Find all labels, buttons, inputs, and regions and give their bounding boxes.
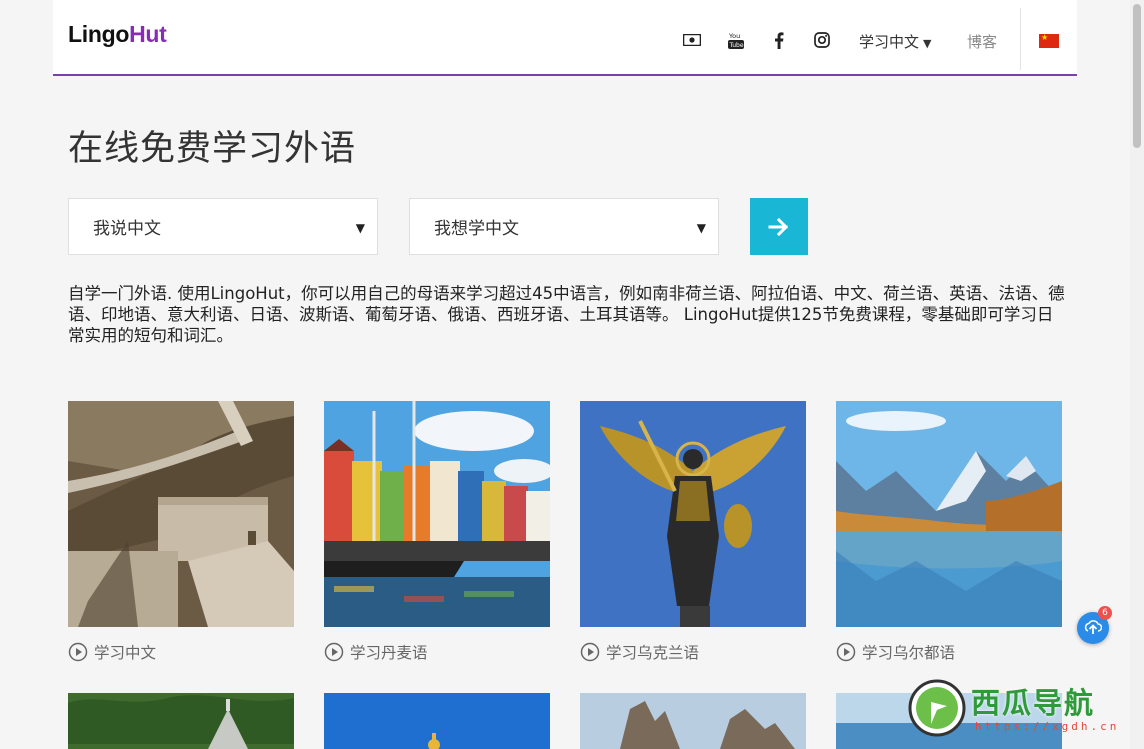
notification-badge: 6: [1098, 606, 1112, 620]
course-label: 学习丹麦语: [350, 644, 428, 662]
watermark: 西瓜导航 https://xgdh.cn: [905, 676, 1135, 742]
course-card-danish[interactable]: 学习丹麦语: [324, 401, 550, 663]
course-label: 学习乌克兰语: [606, 644, 700, 662]
svg-text:You: You: [728, 32, 740, 40]
youtube-icon[interactable]: You Tube: [726, 30, 746, 50]
site-header: LingoHut You Tube 学习中文 ▼ 博客 ★: [53, 0, 1077, 76]
watermark-url: https://xgdh.cn: [975, 720, 1120, 733]
learn-language-select[interactable]: 我想学中文 ▼: [409, 198, 719, 255]
course-link-danish[interactable]: 学习丹麦语: [324, 641, 550, 663]
course-card-ukrainian[interactable]: 学习乌克兰语: [580, 401, 806, 663]
facebook-icon[interactable]: [769, 30, 789, 50]
language-selector[interactable]: 学习中文 ▼: [859, 31, 931, 52]
archangel-statue-image[interactable]: [580, 401, 806, 627]
course-card-urdu[interactable]: 学习乌尔都语: [836, 401, 1062, 663]
play-icon: [580, 642, 600, 662]
intro-text: 自学一门外语. 使用LingoHut，你可以用自己的母语来学习超过45中语言，例…: [68, 284, 1065, 345]
course-card-row2-1[interactable]: [68, 693, 294, 749]
header-divider: [1020, 8, 1021, 70]
dropdown-arrow-icon: ▼: [696, 221, 706, 235]
play-icon: [836, 642, 856, 662]
course-label: 学习乌尔都语: [862, 644, 956, 662]
go-button[interactable]: [750, 198, 808, 255]
speak-language-select[interactable]: 我说中文 ▼: [68, 198, 378, 255]
scrollbar[interactable]: [1130, 0, 1144, 749]
instagram-icon[interactable]: [812, 30, 832, 50]
course-card-row2-2[interactable]: [324, 693, 550, 749]
scrollbar-thumb[interactable]: [1133, 4, 1141, 148]
caret-down-icon: ▼: [923, 37, 932, 50]
play-icon: [68, 642, 88, 662]
course-card-row2-3[interactable]: [580, 693, 806, 749]
great-wall-image[interactable]: [68, 401, 294, 627]
mountain-lake-image[interactable]: [836, 401, 1062, 627]
learn-select-value: 我想学中文: [434, 219, 519, 239]
course-link-chinese[interactable]: 学习中文: [68, 641, 294, 663]
course-label: 学习中文: [94, 644, 157, 662]
watermelon-logo-icon: [908, 679, 966, 737]
blog-link[interactable]: 博客: [967, 31, 997, 52]
notification-button[interactable]: 6: [1077, 606, 1112, 644]
page-title: 在线免费学习外语: [68, 129, 357, 169]
dropdown-arrow-icon: ▼: [355, 221, 365, 235]
rock-formation-image[interactable]: [580, 693, 806, 749]
course-card-chinese[interactable]: 学习中文: [68, 401, 294, 663]
arrow-right-icon: [768, 217, 789, 236]
course-link-ukrainian[interactable]: 学习乌克兰语: [580, 641, 806, 663]
blue-sky-dome-image[interactable]: [324, 693, 550, 749]
china-flag-icon[interactable]: ★: [1039, 34, 1059, 48]
play-icon: [324, 642, 344, 662]
upload-cloud-icon: [1084, 620, 1102, 634]
forest-church-image[interactable]: [68, 693, 294, 749]
course-link-urdu[interactable]: 学习乌尔都语: [836, 641, 1062, 663]
svg-text:Tube: Tube: [729, 42, 744, 49]
money-icon[interactable]: [682, 30, 702, 50]
copenhagen-harbor-image[interactable]: [324, 401, 550, 627]
watermark-text: 西瓜导航: [971, 686, 1096, 720]
lingohut-logo[interactable]: LingoHut: [68, 21, 167, 48]
speak-select-value: 我说中文: [93, 219, 161, 239]
